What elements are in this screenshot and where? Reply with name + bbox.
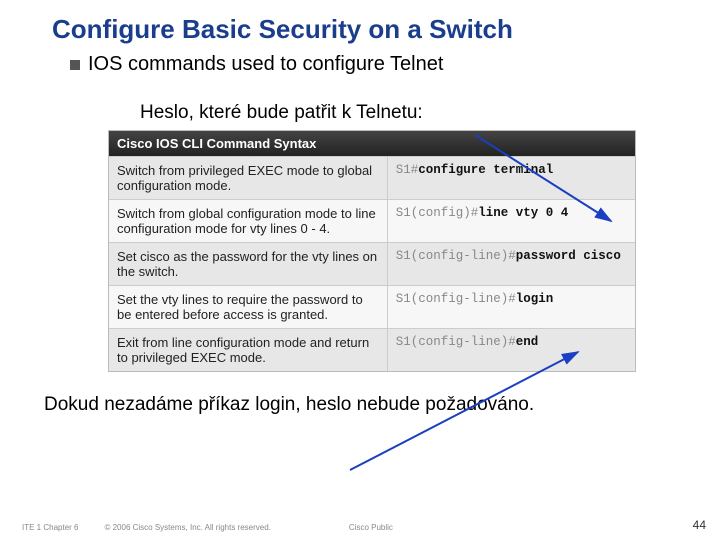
bottom-note: Dokud nezadáme příkaz login, heslo nebud… — [0, 372, 720, 416]
row-command: S1#configure terminal — [388, 157, 635, 199]
square-bullet-icon — [70, 60, 80, 70]
subheading: Heslo, které bude patřit k Telnetu: — [0, 76, 720, 130]
bullet-item: IOS commands used to configure Telnet — [0, 49, 720, 76]
bullet-text: IOS commands used to configure Telnet — [88, 53, 443, 76]
cli-keyword: password cisco — [516, 249, 621, 263]
cli-keyword: configure terminal — [418, 163, 553, 177]
cli-prompt: S1(config)# — [396, 206, 479, 220]
table-row: Switch from privileged EXEC mode to glob… — [109, 156, 635, 199]
cli-prompt: S1(config-line)# — [396, 335, 516, 349]
table-row: Switch from global configuration mode to… — [109, 199, 635, 242]
row-description: Exit from line configuration mode and re… — [109, 329, 388, 371]
row-command: S1(config-line)#password cisco — [388, 243, 635, 285]
row-command: S1(config-line)#end — [388, 329, 635, 371]
footer-chapter: ITE 1 Chapter 6 — [22, 523, 78, 532]
cli-prompt: S1# — [396, 163, 419, 177]
row-description: Switch from global configuration mode to… — [109, 200, 388, 242]
row-command: S1(config-line)#login — [388, 286, 635, 328]
cli-syntax-table: Cisco IOS CLI Command Syntax Switch from… — [108, 130, 636, 372]
footer-copyright: © 2006 Cisco Systems, Inc. All rights re… — [104, 523, 270, 532]
cli-prompt: S1(config-line)# — [396, 292, 516, 306]
page-number: 44 — [693, 518, 706, 532]
row-description: Set cisco as the password for the vty li… — [109, 243, 388, 285]
table-row: Set the vty lines to require the passwor… — [109, 285, 635, 328]
row-description: Set the vty lines to require the passwor… — [109, 286, 388, 328]
cli-keyword: login — [516, 292, 554, 306]
row-description: Switch from privileged EXEC mode to glob… — [109, 157, 388, 199]
table-row: Set cisco as the password for the vty li… — [109, 242, 635, 285]
footer-classification: Cisco Public — [349, 523, 393, 532]
cli-keyword: end — [516, 335, 539, 349]
slide-title: Configure Basic Security on a Switch — [0, 0, 720, 49]
cli-syntax-header: Cisco IOS CLI Command Syntax — [109, 131, 635, 156]
row-command: S1(config)#line vty 0 4 — [388, 200, 635, 242]
slide-footer: ITE 1 Chapter 6 © 2006 Cisco Systems, In… — [0, 523, 720, 532]
cli-keyword: line vty 0 4 — [478, 206, 568, 220]
cli-prompt: S1(config-line)# — [396, 249, 516, 263]
table-row: Exit from line configuration mode and re… — [109, 328, 635, 371]
